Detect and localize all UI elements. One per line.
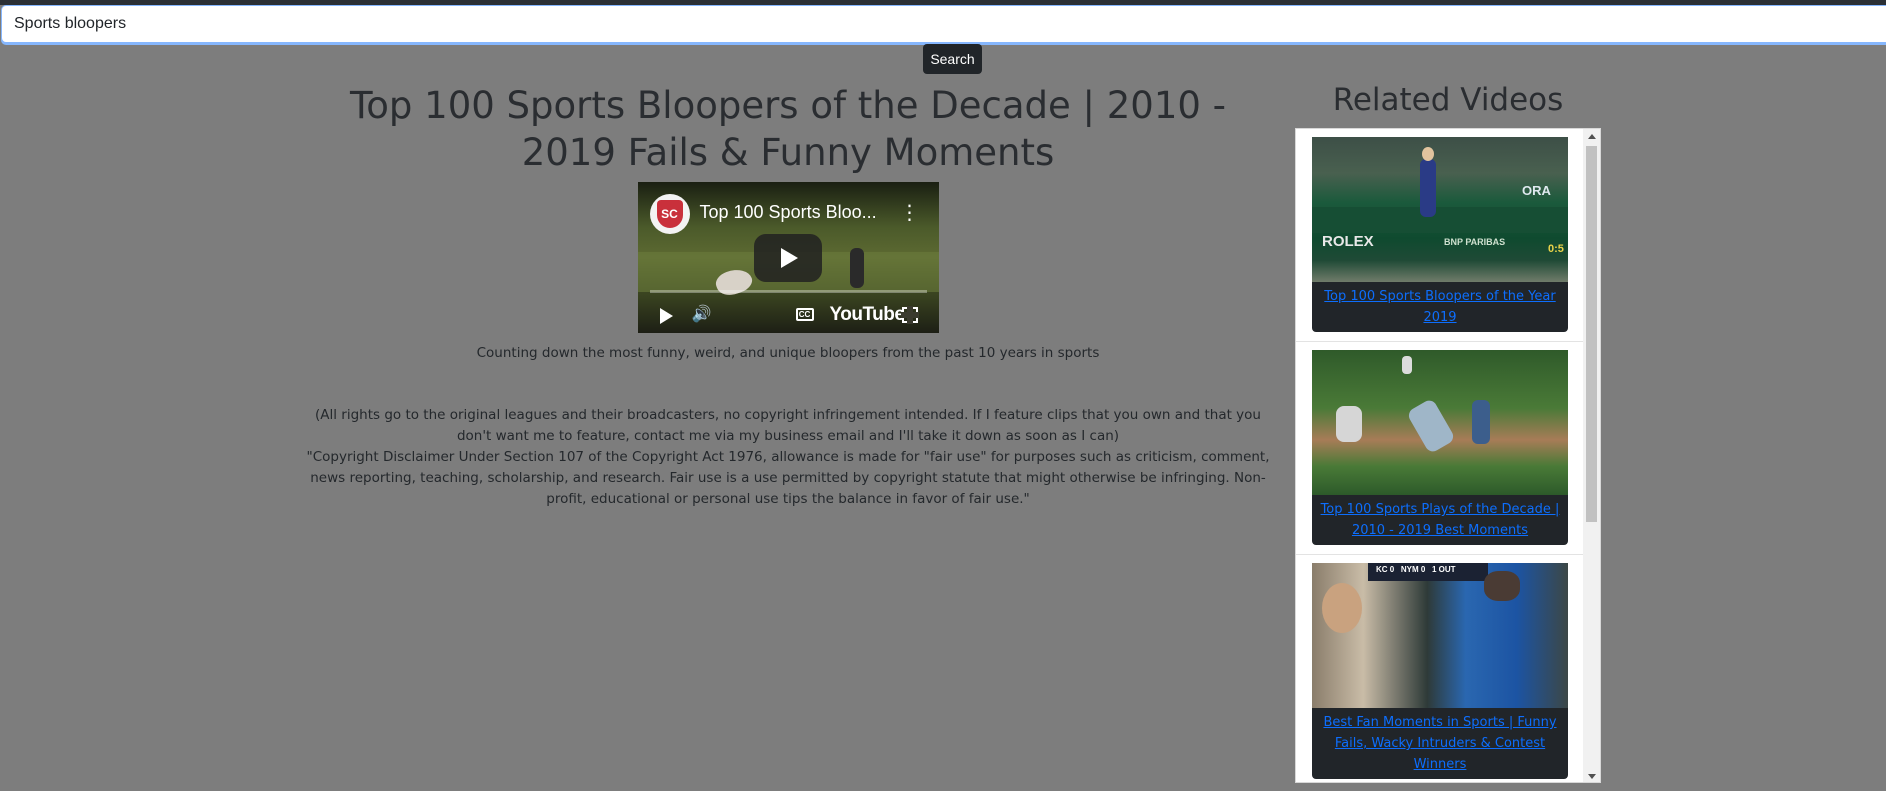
related-video-link[interactable]: Top 100 Sports Plays of the Decade | 201…	[1321, 502, 1560, 538]
play-button[interactable]	[753, 234, 822, 282]
kebab-menu-icon[interactable]: ⋮	[900, 203, 920, 223]
video-thumbnail[interactable]	[1312, 350, 1568, 495]
related-video-caption: Best Fan Moments in Sports | Funny Fails…	[1312, 708, 1568, 779]
video-player[interactable]: SC Top 100 Sports Bloo... ⋮ 🔊 CC YouTube	[637, 182, 939, 333]
player-controls: 🔊 CC YouTube	[638, 300, 939, 330]
related-videos-list[interactable]: ROLEX BNP PARIBAS 0:5 ORA Top 100 Sports…	[1295, 128, 1601, 783]
related-list-scrollbar[interactable]	[1583, 129, 1600, 782]
related-video-card[interactable]: Top 100 Sports Plays of the Decade | 201…	[1296, 342, 1585, 555]
related-video-caption: Top 100 Sports Plays of the Decade | 201…	[1312, 495, 1568, 545]
captions-icon[interactable]: CC	[795, 308, 814, 321]
related-video-link[interactable]: Best Fan Moments in Sports | Funny Fails…	[1323, 715, 1556, 772]
video-thumbnail[interactable]: ROLEX BNP PARIBAS 0:5 ORA	[1312, 137, 1568, 282]
search-button[interactable]: Search	[923, 44, 982, 74]
play-icon	[781, 248, 798, 268]
rights-notice: (All rights go to the original leagues a…	[315, 407, 1261, 444]
related-video-caption: Top 100 Sports Bloopers of the Year 2019	[1312, 282, 1568, 332]
progress-bar[interactable]	[649, 290, 927, 293]
related-video-card[interactable]: KC 0 NYM 0 1 OUT Best Fan Moments in Spo…	[1296, 555, 1585, 782]
related-video-card[interactable]: ROLEX BNP PARIBAS 0:5 ORA Top 100 Sports…	[1296, 129, 1585, 342]
video-title: Top 100 Sports Bloopers of the Decade | …	[349, 84, 1227, 174]
related-videos-heading: Related Videos	[1332, 82, 1564, 118]
player-scene-figure	[849, 248, 864, 288]
player-title[interactable]: Top 100 Sports Bloo...	[700, 202, 877, 223]
search-input[interactable]	[1, 5, 1886, 43]
scroll-down-icon[interactable]	[1588, 774, 1596, 779]
scroll-up-icon[interactable]	[1588, 134, 1596, 139]
copyright-disclaimer: "Copyright Disclaimer Under Section 107 …	[306, 449, 1270, 507]
related-video-link[interactable]: Top 100 Sports Bloopers of the Year 2019	[1324, 289, 1555, 325]
channel-logo-text: SC	[656, 200, 683, 228]
play-icon[interactable]	[659, 308, 673, 324]
fullscreen-icon[interactable]	[900, 306, 919, 324]
video-description-long: (All rights go to the original leagues a…	[300, 405, 1276, 510]
volume-icon[interactable]: 🔊	[692, 304, 712, 324]
video-thumbnail[interactable]: KC 0 NYM 0 1 OUT	[1312, 563, 1568, 708]
scrollbar-thumb[interactable]	[1586, 146, 1597, 522]
video-main: Top 100 Sports Bloopers of the Decade | …	[300, 82, 1276, 510]
video-description: Counting down the most funny, weird, and…	[476, 345, 1100, 361]
youtube-logo[interactable]: YouTube	[830, 304, 905, 326]
channel-logo[interactable]: SC	[649, 194, 690, 234]
